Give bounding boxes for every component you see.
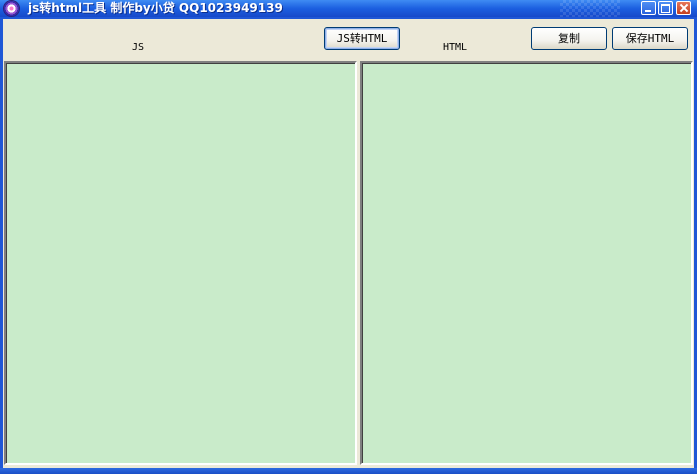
window-title: js转html工具 制作by小贷 QQ1023949139 bbox=[28, 1, 283, 15]
title-bar-pattern bbox=[560, 0, 620, 17]
minimize-icon[interactable] bbox=[641, 1, 656, 15]
save-html-button[interactable]: 保存HTML bbox=[612, 27, 688, 50]
title-bar[interactable]: js转html工具 制作by小贷 QQ1023949139 bbox=[0, 0, 697, 17]
html-output-textarea[interactable] bbox=[360, 61, 693, 465]
app-icon[interactable] bbox=[4, 1, 19, 16]
close-icon[interactable] bbox=[676, 1, 691, 15]
copy-button[interactable]: 复制 bbox=[531, 27, 607, 50]
js-to-html-button[interactable]: JS转HTML bbox=[324, 27, 400, 50]
js-input-textarea[interactable] bbox=[4, 61, 357, 465]
js-label: JS bbox=[132, 42, 145, 53]
html-label: HTML bbox=[443, 42, 468, 53]
window-bottom-border bbox=[0, 468, 697, 474]
app-window: js转html工具 制作by小贷 QQ1023949139 JS JS转HTML… bbox=[0, 0, 697, 474]
maximize-icon[interactable] bbox=[658, 1, 673, 15]
client-area: JS JS转HTML HTML 复制 保存HTML bbox=[3, 19, 694, 468]
